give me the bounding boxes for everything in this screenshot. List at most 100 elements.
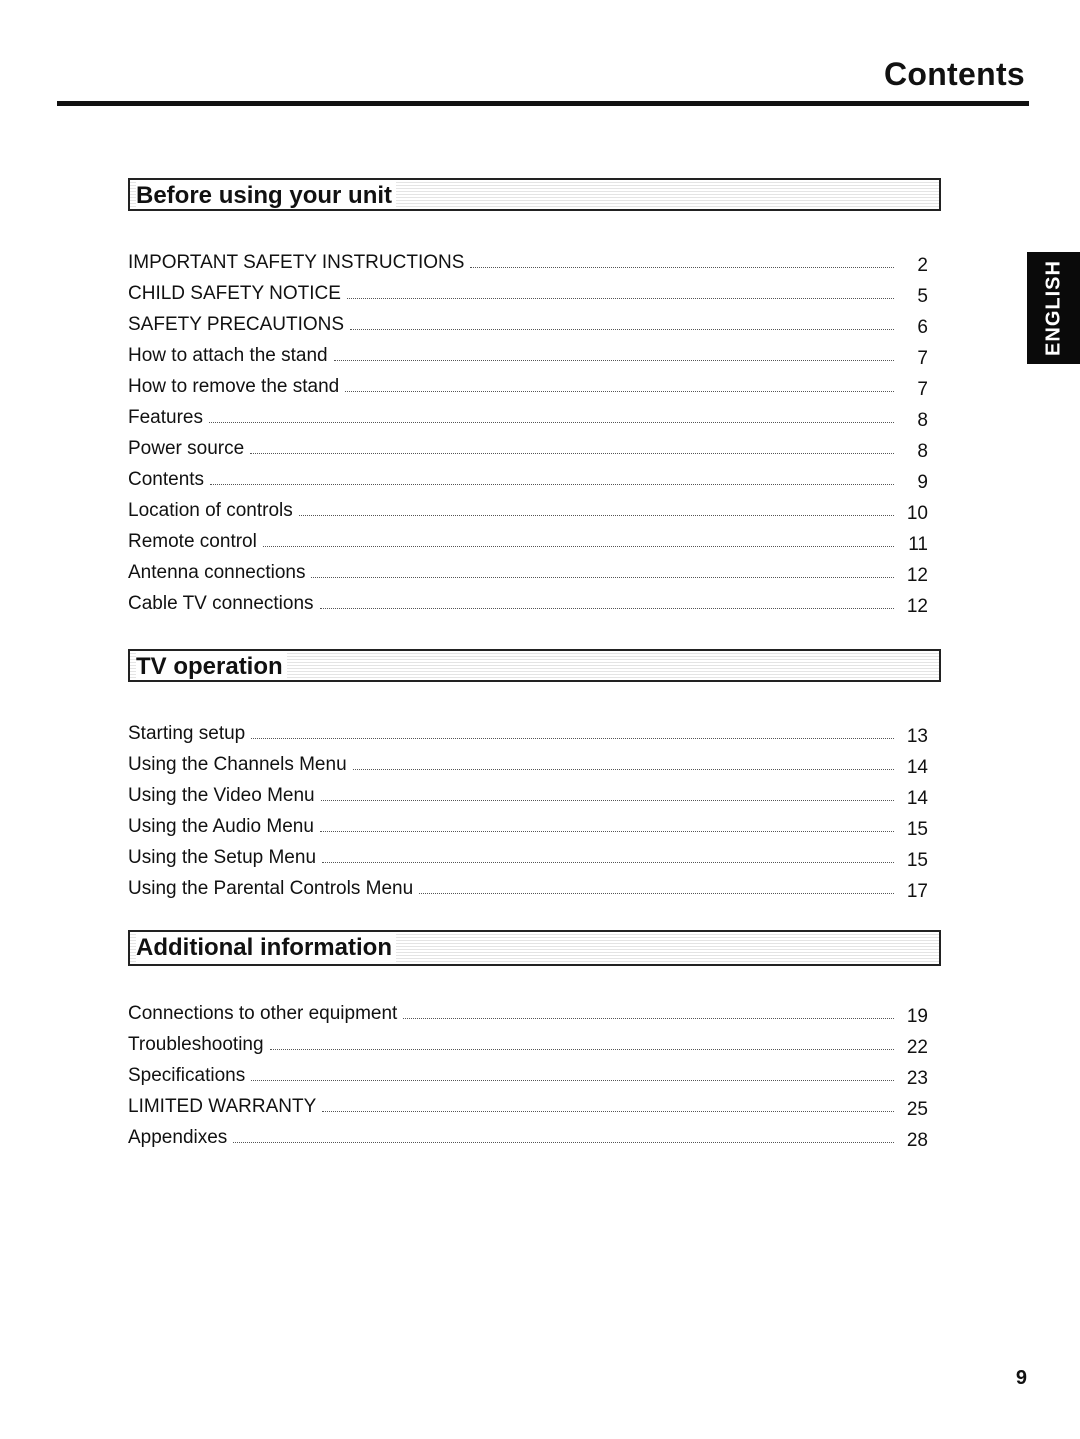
toc-row[interactable]: Starting setup 13 [128,714,941,747]
dot-leader [262,545,894,547]
section-title: Before using your unit [136,182,397,209]
dot-leader [250,452,894,454]
dot-leader [333,359,894,361]
dot-leader [352,768,894,770]
toc-entry: Connections to other equipment [128,1003,398,1024]
toc-row[interactable]: Using the Audio Menu 15 [128,807,941,840]
toc-row[interactable]: How to remove the stand 7 [128,367,941,400]
toc-row[interactable]: Troubleshooting 22 [128,1025,941,1058]
dot-leader [419,892,894,894]
toc-page: 14 [906,757,928,778]
dot-leader [470,266,894,268]
toc-row[interactable]: Specifications 23 [128,1056,941,1089]
toc-entry: Using the Parental Controls Menu [128,878,414,899]
toc-row[interactable]: Antenna connections 12 [128,553,941,586]
toc-entry: Using the Setup Menu [128,847,317,868]
toc-entry: How to attach the stand [128,345,328,366]
toc-entry: How to remove the stand [128,376,340,397]
toc-row[interactable]: LIMITED WARRANTY 25 [128,1087,941,1120]
section-title: Additional information [136,934,396,962]
page-title: Contents [883,56,1025,92]
toc-entry: Using the Audio Menu [128,816,314,837]
dot-leader [320,799,894,801]
toc-row[interactable]: Features 8 [128,398,941,431]
toc-page: 19 [906,1006,928,1027]
toc-page: 15 [906,819,928,840]
section-header: Before using your unit [128,178,941,211]
toc-page: 17 [906,881,928,902]
toc-page: 6 [917,317,928,338]
toc-page: 5 [917,286,928,307]
section-title: TV operation [136,653,287,680]
toc-row[interactable]: Contents 9 [128,460,941,493]
toc-row[interactable]: Cable TV connections 12 [128,584,941,617]
toc-entry: Specifications [128,1065,246,1086]
toc-entry: Features [128,407,203,428]
toc-row[interactable]: SAFETY PRECAUTIONS 6 [128,305,941,338]
toc-entry: Starting setup [128,723,246,744]
toc-entry: Using the Video Menu [128,785,315,806]
dot-leader [269,1048,894,1050]
title-rule [57,101,1029,106]
section-additional-information: Additional information Connections to ot… [128,930,941,1151]
dot-leader [311,576,894,578]
language-tab-label: ENGLISH [1042,260,1064,356]
toc-entry: Remote control [128,531,257,552]
toc-page: 10 [906,503,928,524]
section-tv-operation: TV operation Starting setup 13 Using the … [128,649,941,902]
section-header: TV operation [128,649,941,682]
toc-row[interactable]: Appendixes 28 [128,1118,941,1151]
toc-entry: Using the Channels Menu [128,754,347,775]
toc-entry: Location of controls [128,500,293,521]
toc-page: 12 [906,565,928,586]
dot-leader [319,830,894,832]
toc-page: 7 [917,379,928,400]
toc-list: IMPORTANT SAFETY INSTRUCTIONS 2 CHILD SAF… [128,243,941,617]
toc-list: Starting setup 13 Using the Channels Menu… [128,714,941,902]
dot-leader [345,390,894,392]
section-before-using: Before using your unit IMPORTANT SAFETY … [128,178,941,617]
toc-entry: CHILD SAFETY NOTICE [128,283,341,304]
toc-row[interactable]: Using the Parental Controls Menu 17 [128,869,941,902]
dot-leader [322,1110,894,1112]
toc-row[interactable]: Using the Channels Menu 14 [128,745,941,778]
toc-row[interactable]: CHILD SAFETY NOTICE 5 [128,274,941,307]
toc-row[interactable]: Using the Video Menu 14 [128,776,941,809]
toc-list: Connections to other equipment 19 Trouble… [128,994,941,1151]
dot-leader [350,328,894,330]
toc-page: 15 [906,850,928,871]
toc-entry: LIMITED WARRANTY [128,1096,317,1117]
toc-row[interactable]: Location of controls 10 [128,491,941,524]
toc-row[interactable]: Power source 8 [128,429,941,462]
dot-leader [233,1141,894,1143]
toc-entry: Contents [128,469,205,490]
dot-leader [319,607,894,609]
dot-leader [251,1079,894,1081]
page-number: 9 [1015,1367,1027,1389]
toc-entry: Cable TV connections [128,593,314,614]
toc-entry: IMPORTANT SAFETY INSTRUCTIONS [128,252,465,273]
section-header: Additional information [128,930,941,966]
dot-leader [322,861,894,863]
dot-leader [210,483,894,485]
dot-leader [346,297,894,299]
toc-page: 22 [906,1037,928,1058]
toc-entry: SAFETY PRECAUTIONS [128,314,345,335]
toc-row[interactable]: How to attach the stand 7 [128,336,941,369]
toc-row[interactable]: Using the Setup Menu 15 [128,838,941,871]
toc-row[interactable]: Remote control 11 [128,522,941,555]
toc-entry: Appendixes [128,1127,228,1148]
toc-page: 14 [906,788,928,809]
dot-leader [251,737,894,739]
toc-page: 12 [906,596,928,617]
toc-entry: Power source [128,438,245,459]
toc-page: 2 [917,255,928,276]
toc-page: 23 [906,1068,928,1089]
toc-row[interactable]: IMPORTANT SAFETY INSTRUCTIONS 2 [128,243,941,276]
toc-entry: Antenna connections [128,562,306,583]
toc-page: 8 [917,441,928,462]
dot-leader [208,421,894,423]
toc-row[interactable]: Connections to other equipment 19 [128,994,941,1027]
toc-page: 25 [906,1099,928,1120]
dot-leader [403,1017,894,1019]
